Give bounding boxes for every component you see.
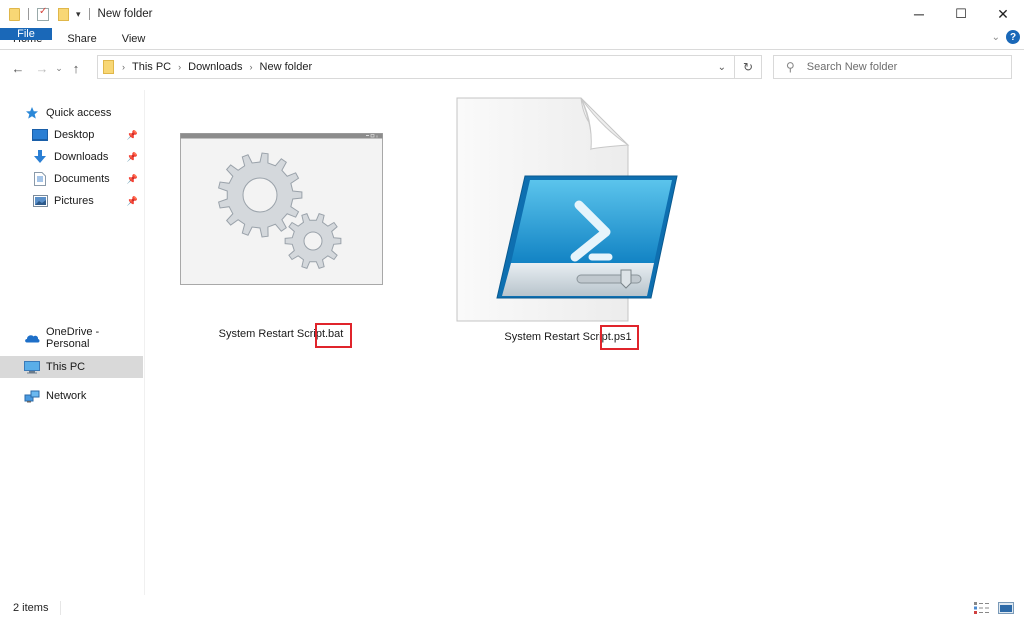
new-folder-icon[interactable] — [58, 7, 69, 21]
pin-icon[interactable]: 📌 — [127, 130, 138, 141]
sidebar-item-pictures[interactable]: Pictures 📌 — [0, 190, 143, 212]
back-button[interactable]: ← — [8, 61, 28, 76]
search-box[interactable]: ⚲ — [773, 55, 1012, 79]
toolbar-divider — [88, 8, 90, 20]
pin-icon[interactable]: 📌 — [127, 174, 138, 185]
folder-icon — [103, 60, 114, 74]
forward-button[interactable]: → — [32, 61, 52, 76]
download-icon — [32, 150, 48, 164]
status-divider — [60, 600, 62, 615]
file-name[interactable]: System Restart Script.ps1 — [451, 331, 685, 343]
folder-icon — [9, 7, 20, 21]
file-list: x System Restart Script.bat System Resta… — [146, 90, 1024, 595]
sidebar-item-this-pc[interactable]: This PC — [0, 356, 143, 378]
breadcrumb-downloads[interactable]: Downloads — [188, 61, 242, 73]
sidebar-item-desktop[interactable]: Desktop 📌 — [0, 124, 143, 146]
search-icon: ⚲ — [786, 60, 795, 74]
tab-view[interactable]: View — [112, 28, 161, 49]
extension-highlight-box — [315, 323, 352, 348]
sidebar-item-label: OneDrive - Personal — [46, 326, 100, 350]
sidebar-item-documents[interactable]: Documents 📌 — [0, 168, 143, 190]
sidebar-item-quick-access[interactable]: Quick access — [0, 102, 143, 124]
window-controls: ─ ☐ ✕ — [898, 0, 1024, 28]
navigation-pane: Quick access Desktop 📌 Downloads 📌 Docum… — [0, 90, 145, 595]
powershell-script-icon — [456, 97, 678, 322]
address-bar[interactable]: › This PC › Downloads › New folder ⌄ — [97, 55, 735, 79]
sidebar-item-label: Downloads — [54, 151, 109, 163]
quick-access-toolbar: ▾ — [0, 0, 98, 28]
svg-text:x: x — [376, 134, 378, 139]
item-count: 2 items — [13, 601, 49, 614]
chevron-right-icon[interactable]: › — [250, 62, 253, 72]
status-bar: 2 items — [0, 596, 1024, 619]
breadcrumb-this-pc[interactable]: This PC — [132, 61, 171, 73]
sidebar-item-label: Network — [46, 390, 87, 402]
star-icon — [24, 106, 40, 120]
pin-icon[interactable]: 📌 — [127, 152, 138, 163]
batch-file-icon: x — [180, 133, 383, 285]
computer-icon — [24, 360, 40, 374]
documents-icon — [32, 172, 48, 186]
close-button[interactable]: ✕ — [982, 0, 1024, 28]
chevron-right-icon[interactable]: › — [178, 62, 181, 72]
network-icon — [24, 389, 40, 403]
chevron-right-icon[interactable]: › — [122, 62, 125, 72]
recent-locations-dropdown[interactable]: ⌄ — [52, 63, 66, 74]
up-button[interactable]: ↑ — [66, 61, 86, 76]
extension-highlight-box — [600, 325, 639, 350]
toolbar-divider — [28, 8, 29, 20]
customize-toolbar-dropdown[interactable]: ▾ — [76, 9, 81, 20]
help-icon[interactable]: ? — [1006, 30, 1020, 44]
details-view-icon[interactable] — [974, 601, 990, 614]
maximize-button[interactable]: ☐ — [940, 0, 982, 28]
pictures-icon — [32, 194, 48, 208]
large-icons-view-icon[interactable] — [998, 601, 1014, 614]
sidebar-item-label: Desktop — [54, 129, 95, 141]
navigation-bar: ← → ⌄ ↑ › This PC › Downloads › New fold… — [0, 53, 1024, 83]
minimize-button[interactable]: ─ — [898, 0, 940, 28]
cloud-icon — [24, 331, 40, 345]
refresh-button[interactable]: ↻ — [735, 55, 762, 79]
title-bar: ▾ New folder ─ ☐ ✕ — [0, 0, 1024, 28]
tab-share[interactable]: Share — [57, 28, 111, 49]
file-item[interactable]: x System Restart Script.bat — [178, 130, 384, 350]
tab-file[interactable]: File — [0, 28, 52, 40]
sidebar-item-network[interactable]: Network — [0, 385, 143, 407]
sidebar-item-downloads[interactable]: Downloads 📌 — [0, 146, 143, 168]
sidebar-item-label: Quick access — [46, 107, 112, 119]
sidebar-item-label: This PC — [46, 361, 86, 373]
window-title: New folder — [97, 8, 153, 20]
properties-icon[interactable] — [37, 6, 49, 21]
view-toggle — [974, 601, 1014, 614]
file-item[interactable]: System Restart Script.ps1 — [451, 97, 685, 352]
sidebar-item-onedrive[interactable]: OneDrive - Personal — [0, 326, 143, 350]
address-dropdown-chevron-icon[interactable]: ⌄ — [718, 62, 726, 73]
file-name[interactable]: System Restart Script.bat — [178, 328, 384, 340]
pin-icon[interactable]: 📌 — [127, 196, 138, 207]
expand-ribbon-chevron-icon[interactable]: ⌄ — [992, 32, 1000, 43]
search-input[interactable] — [806, 61, 997, 73]
breadcrumb-new-folder[interactable]: New folder — [260, 61, 313, 73]
ribbon-tabs: File Home Share View ⌄ ? — [0, 28, 1024, 50]
desktop-icon — [32, 128, 48, 142]
sidebar-item-label: Documents — [54, 173, 110, 185]
sidebar-item-label: Pictures — [54, 195, 94, 207]
